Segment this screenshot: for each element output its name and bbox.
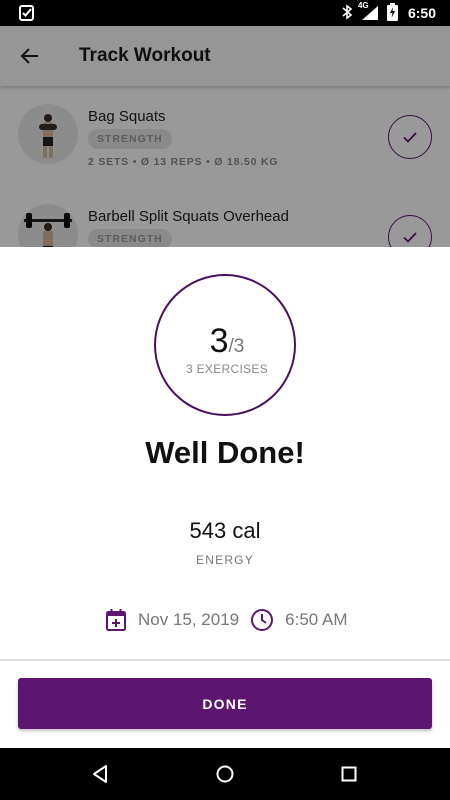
calendar-add-icon bbox=[104, 608, 128, 632]
status-bar: 4G 6:50 bbox=[0, 0, 450, 26]
app-notification-icon bbox=[18, 4, 36, 22]
workout-datetime: Nov 15, 2019 6:50 AM bbox=[104, 608, 348, 632]
exercise-progress-ring: 3/3 3 EXERCISES bbox=[154, 274, 296, 416]
workout-time: 6:50 AM bbox=[285, 610, 348, 629]
exercise-count: 3/3 bbox=[156, 322, 298, 361]
battery-charging-icon bbox=[386, 2, 398, 24]
system-nav-bar bbox=[0, 748, 450, 800]
energy-value: 543 cal bbox=[189, 518, 261, 543]
back-triangle-icon[interactable] bbox=[88, 762, 112, 786]
energy-label: ENERGY bbox=[196, 553, 254, 567]
status-time: 6:50 bbox=[407, 5, 436, 21]
completed-count: 3 bbox=[209, 322, 229, 360]
headline: Well Done! bbox=[145, 435, 305, 470]
total-count: /3 bbox=[228, 336, 245, 357]
home-circle-icon[interactable] bbox=[213, 762, 237, 786]
exercises-label: 3 EXERCISES bbox=[186, 362, 268, 376]
divider bbox=[0, 659, 450, 661]
signal-icon: 4G bbox=[357, 1, 380, 22]
done-button[interactable]: DONE bbox=[18, 678, 432, 729]
scrim[interactable] bbox=[0, 26, 450, 247]
workout-date: Nov 15, 2019 bbox=[138, 610, 240, 629]
bluetooth-icon bbox=[341, 3, 353, 23]
network-type: 4G bbox=[357, 1, 369, 10]
recents-square-icon[interactable] bbox=[337, 762, 361, 786]
workout-summary-sheet: 3/3 3 EXERCISES Well Done! 543 cal ENERG… bbox=[0, 247, 450, 748]
clock-icon bbox=[250, 608, 274, 632]
